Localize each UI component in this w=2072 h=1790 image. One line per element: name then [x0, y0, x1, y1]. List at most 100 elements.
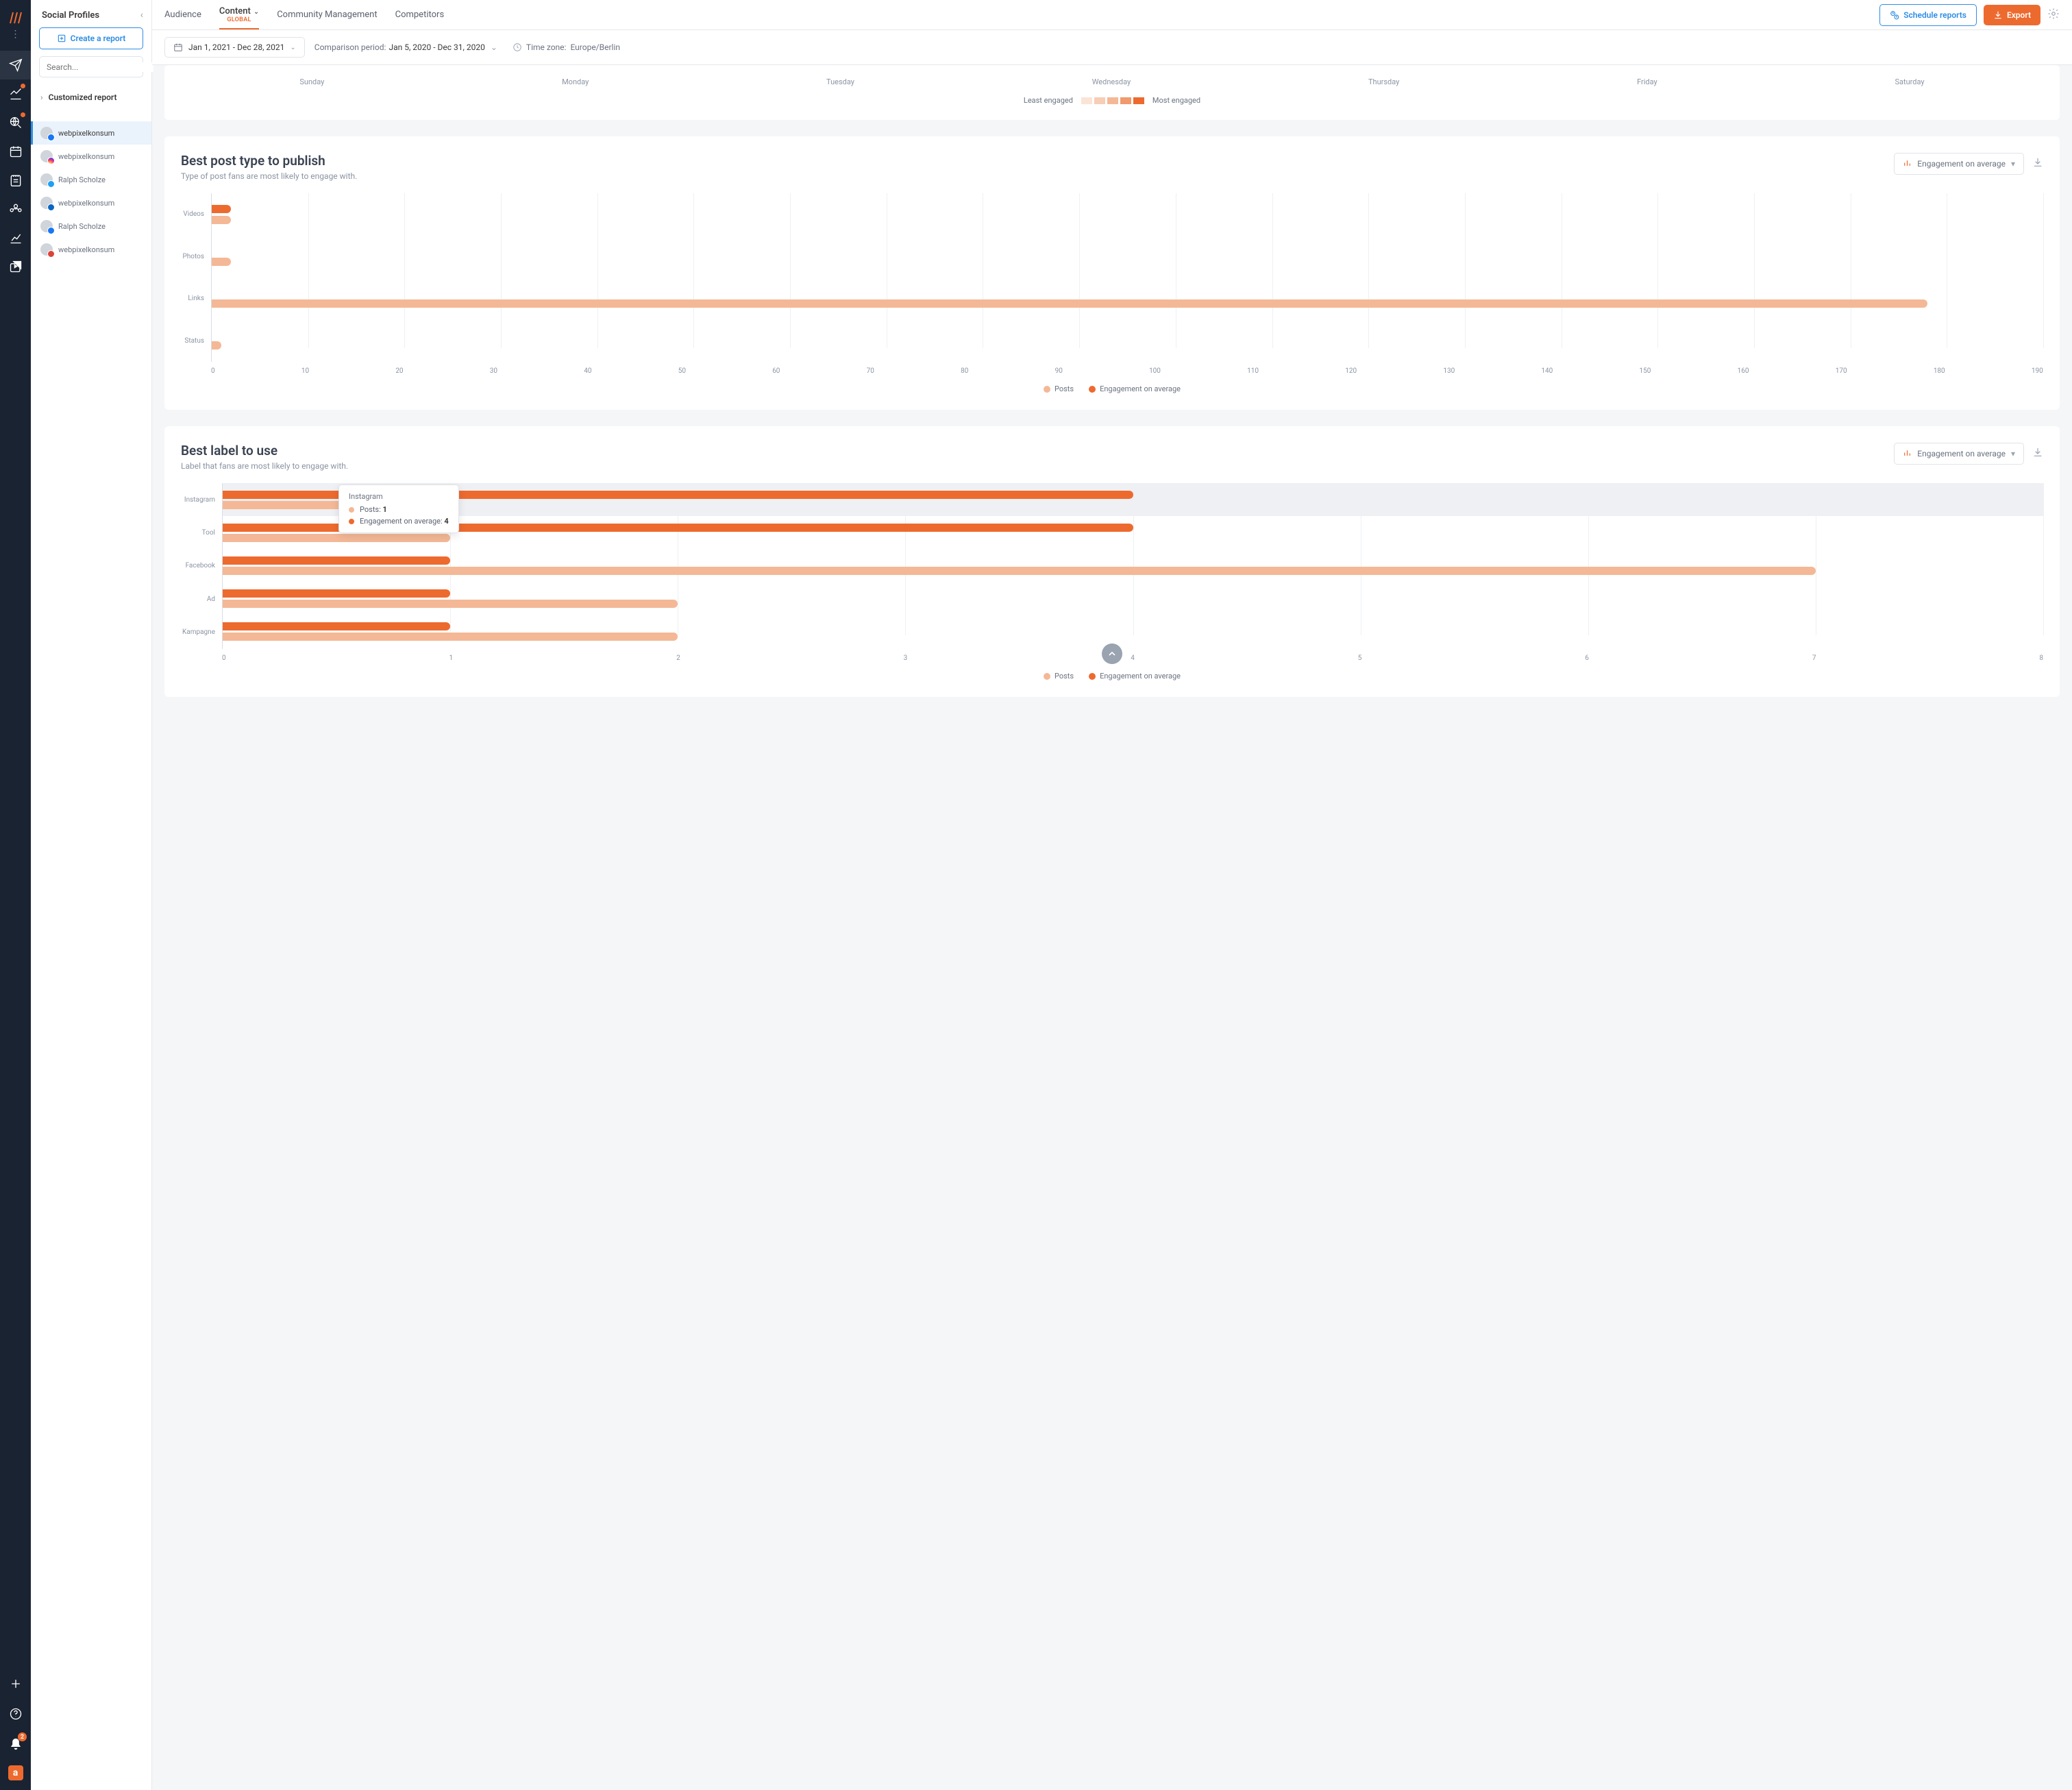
rail-notes[interactable]	[0, 166, 31, 195]
search-input[interactable]	[47, 62, 153, 72]
rail-app-icon[interactable]: a	[8, 1765, 23, 1780]
rail-globe[interactable]	[0, 108, 31, 137]
export-button[interactable]: Export	[1984, 5, 2040, 25]
profile-list: webpixelkonsumwebpixelkonsumRalph Scholz…	[31, 121, 151, 261]
search-input-wrapper[interactable]	[39, 56, 143, 77]
tab-content[interactable]: Content⌄ Global	[219, 0, 259, 29]
tab-competitors[interactable]: Competitors	[395, 0, 445, 29]
profile-name: webpixelkonsum	[58, 129, 114, 138]
tab-community[interactable]: Community Management	[277, 0, 377, 29]
day-label: Thursday	[1368, 77, 1399, 86]
profile-name: webpixelkonsum	[58, 152, 114, 161]
profile-item[interactable]: Ralph Scholze	[31, 168, 151, 191]
day-label: Friday	[1637, 77, 1657, 86]
rail-publish[interactable]	[0, 51, 31, 79]
x-axis-label: 60	[772, 367, 780, 375]
chart-row[interactable]	[223, 516, 2043, 549]
x-axis-label: 0	[211, 367, 215, 375]
network-badge-icon	[47, 134, 55, 141]
scroll-top-button[interactable]	[1102, 643, 1122, 664]
tab-audience[interactable]: Audience	[164, 0, 201, 29]
rail-add[interactable]	[0, 1669, 31, 1698]
chart-row[interactable]	[212, 235, 2043, 277]
chart-row[interactable]	[212, 277, 2043, 319]
chart-row[interactable]	[212, 193, 2043, 235]
x-axis-label: 50	[678, 367, 686, 375]
profile-item[interactable]: webpixelkonsum	[31, 238, 151, 261]
bar-posts	[223, 600, 678, 608]
rail-menu-dots-icon[interactable]: ⋮	[11, 29, 21, 40]
rail-notifications[interactable]: 2	[0, 1730, 31, 1758]
legend-engagement[interactable]: Engagement on average	[1089, 672, 1181, 681]
x-axis-label: 100	[1149, 367, 1161, 375]
bar-posts	[212, 341, 221, 350]
avatar	[40, 243, 53, 256]
x-axis-label: 0	[222, 654, 226, 662]
x-axis-label: 90	[1055, 367, 1063, 375]
chart-row[interactable]	[223, 483, 2043, 516]
rail-analytics[interactable]	[0, 223, 31, 252]
download-chart-button[interactable]	[2032, 157, 2043, 171]
legend-posts[interactable]: Posts	[1044, 384, 1074, 393]
x-axis-label: 40	[584, 367, 591, 375]
rail-dashboard[interactable]	[0, 79, 31, 108]
avatar	[40, 150, 53, 162]
logo[interactable]	[8, 10, 24, 26]
rail-team[interactable]	[0, 195, 31, 223]
chart-row[interactable]	[223, 615, 2043, 648]
chart-row[interactable]	[223, 582, 2043, 615]
legend-engagement[interactable]: Engagement on average	[1089, 384, 1181, 393]
rail-calendar[interactable]	[0, 137, 31, 166]
x-axis-label: 150	[1640, 367, 1651, 375]
x-axis-label: 20	[395, 367, 403, 375]
collapse-sidebar-icon[interactable]: ‹	[140, 10, 143, 21]
network-badge-icon	[47, 157, 55, 164]
x-axis-label: 7	[1812, 654, 1816, 662]
profile-item[interactable]: Ralph Scholze	[31, 214, 151, 238]
card-title: Best post type to publish	[181, 153, 357, 169]
create-report-button[interactable]: Create a report	[39, 27, 143, 49]
profile-name: Ralph Scholze	[58, 222, 106, 231]
rail-help[interactable]	[0, 1700, 31, 1728]
schedule-reports-button[interactable]: Schedule reports	[1879, 4, 1977, 26]
team-icon	[9, 202, 23, 216]
chart-tooltip: Instagram Posts: 1 Engagement on average…	[338, 485, 459, 533]
caret-down-icon: ▾	[2011, 449, 2015, 458]
download-chart-button[interactable]	[2032, 447, 2043, 461]
caret-down-icon: ▾	[2011, 159, 2015, 169]
bar-engagement	[212, 205, 231, 213]
bar-posts	[223, 567, 1816, 575]
day-label: Sunday	[299, 77, 324, 86]
x-axis-label: 10	[301, 367, 309, 375]
profile-item[interactable]: webpixelkonsum	[31, 121, 151, 145]
main: Audience Content⌄ Global Community Manag…	[152, 0, 2072, 1790]
notification-count: 2	[18, 1732, 27, 1741]
profile-item[interactable]: webpixelkonsum	[31, 191, 151, 214]
profile-item[interactable]: webpixelkonsum	[31, 145, 151, 168]
play-library-icon	[9, 260, 23, 273]
chevron-down-icon: ⌄	[254, 8, 259, 16]
legend-posts[interactable]: Posts	[1044, 672, 1074, 681]
heat-most-label: Most engaged	[1152, 96, 1200, 105]
sidebar: Social Profiles ‹ Create a report › Cust…	[31, 0, 152, 1790]
settings-icon[interactable]	[2047, 8, 2060, 23]
chart-row[interactable]	[223, 549, 2043, 582]
chart-best-label: InstagramToolFacebookAdKampagne 01234567…	[181, 483, 2043, 681]
customized-report-toggle[interactable]: › Customized report	[31, 86, 151, 109]
rail-library[interactable]	[0, 252, 31, 281]
y-axis-label: Ad	[181, 583, 215, 615]
y-axis-label: Instagram	[181, 483, 215, 516]
network-badge-icon	[47, 204, 55, 211]
metric-dropdown[interactable]: Engagement on average ▾	[1894, 443, 2024, 465]
x-axis-label: 70	[867, 367, 874, 375]
network-badge-icon	[47, 227, 55, 234]
timezone-display: Time zone: Europe/Berlin	[513, 42, 620, 52]
y-axis-label: Photos	[181, 236, 204, 278]
chart-row[interactable]	[212, 319, 2043, 360]
comparison-period-picker[interactable]: Comparison period: Jan 5, 2020 - Dec 31,…	[314, 42, 497, 52]
chevron-up-icon	[1107, 648, 1118, 659]
network-badge-icon	[47, 250, 55, 258]
metric-dropdown[interactable]: Engagement on average ▾	[1894, 153, 2024, 175]
download-icon	[1993, 10, 2003, 20]
date-range-picker[interactable]: Jan 1, 2021 - Dec 28, 2021 ⌄	[164, 37, 305, 58]
